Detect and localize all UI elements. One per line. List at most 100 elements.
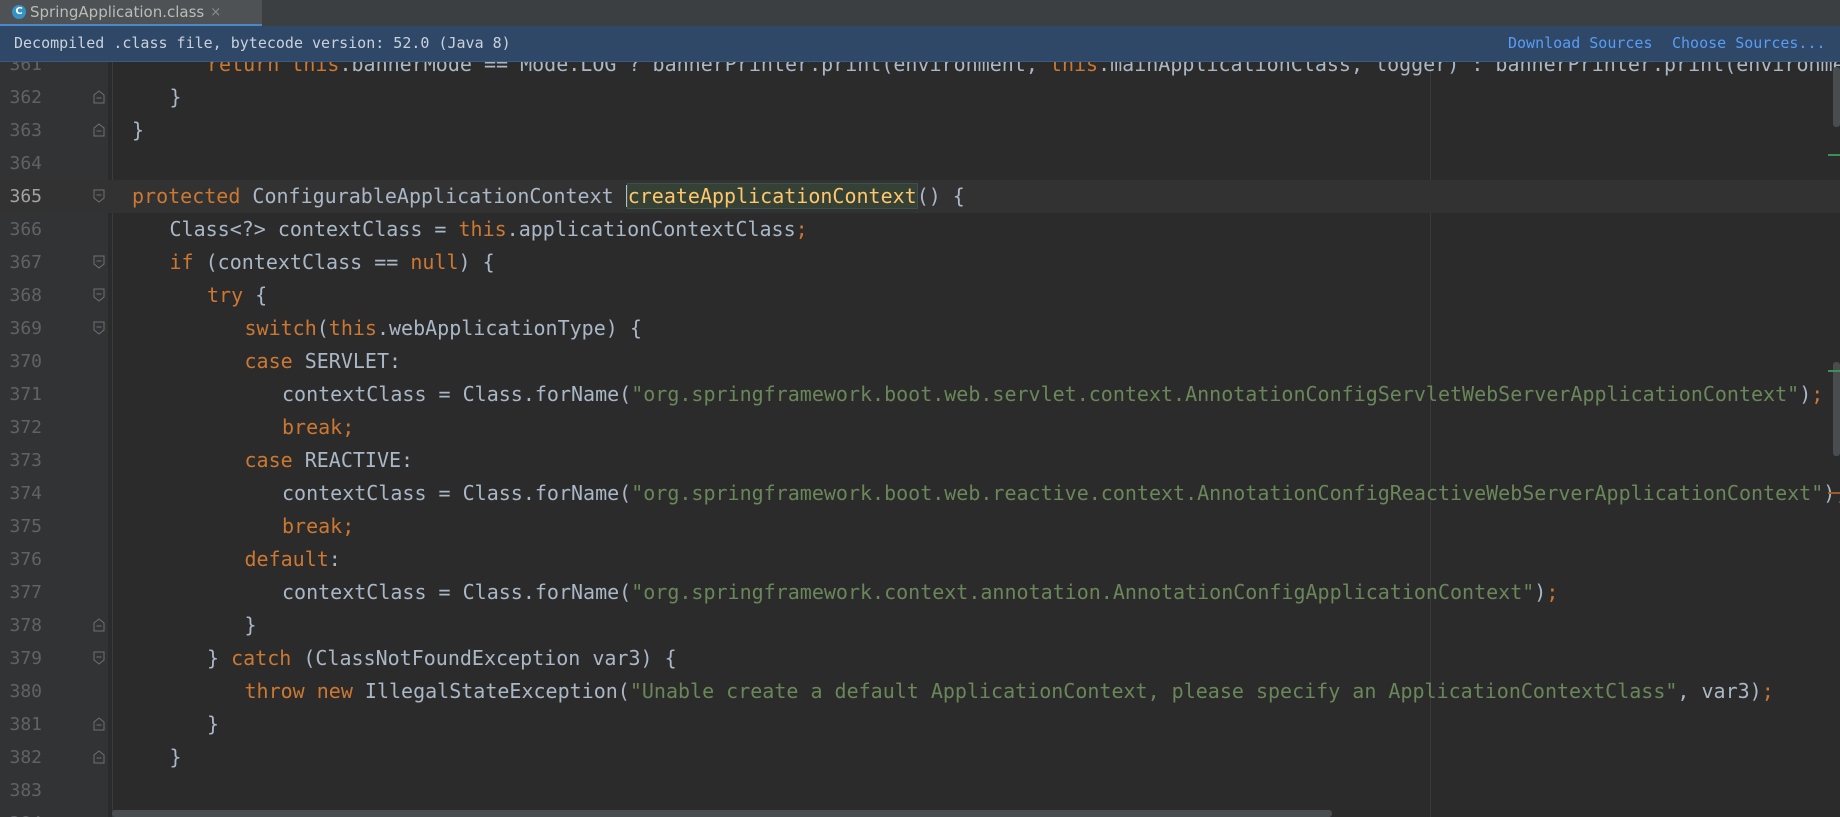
- code-token: forName(: [534, 580, 632, 604]
- code-text: throw new IllegalStateException("Unable …: [245, 675, 1774, 708]
- code-token: protected: [132, 184, 253, 208]
- vertical-scrollbar-thumb-2[interactable]: [1833, 362, 1840, 456]
- code-token: SERVLET:: [304, 349, 402, 373]
- code-line-365[interactable]: 365 protected ConfigurableApplicationCont…: [0, 180, 1840, 213]
- line-number: 361: [9, 62, 42, 75]
- code-line-370[interactable]: 370 case SERVLET:: [0, 345, 1840, 378]
- code-text: }: [132, 114, 144, 147]
- code-text: }: [170, 741, 182, 774]
- code-token: ;: [1761, 679, 1774, 703]
- code-line-382[interactable]: 382}: [0, 741, 1840, 774]
- tab-springapplication-class[interactable]: C SpringApplication.class ×: [0, 0, 262, 26]
- fold-end-icon[interactable]: [93, 750, 105, 764]
- code-token: (contextClass ==: [205, 250, 411, 274]
- fold-end-icon[interactable]: [93, 90, 105, 104]
- code-token: this: [328, 316, 377, 340]
- line-number: 363: [9, 120, 42, 141]
- fold-start-icon[interactable]: [93, 651, 105, 665]
- code-text: }: [207, 708, 219, 741]
- code-line-379[interactable]: 379} catch (ClassNotFoundException var3)…: [0, 642, 1840, 675]
- code-token: case: [244, 448, 305, 472]
- code-token: forName(: [534, 382, 632, 406]
- close-tab-icon[interactable]: ×: [210, 5, 221, 20]
- code-line-380[interactable]: 380 throw new IllegalStateException("Unab…: [0, 675, 1840, 708]
- code-token: () {: [916, 184, 965, 208]
- code-line-376[interactable]: 376 default:: [0, 543, 1840, 576]
- fold-end-icon[interactable]: [93, 123, 105, 137]
- line-number: 377: [9, 582, 42, 603]
- code-line-381[interactable]: 381}: [0, 708, 1840, 741]
- code-line-374[interactable]: 374 contextClass = Class.forName("org.spr…: [0, 477, 1840, 510]
- choose-sources-link[interactable]: Choose Sources...: [1672, 34, 1826, 52]
- code-token: throw new: [244, 679, 365, 703]
- line-number: 374: [9, 483, 42, 504]
- code-line-371[interactable]: 371 contextClass = Class.forName("org.spr…: [0, 378, 1840, 411]
- code-token: IllegalStateException(: [364, 679, 630, 703]
- code-token: this: [1049, 62, 1099, 76]
- code-token: catch: [231, 646, 304, 670]
- code-text: contextClass = Class.forName("org.spring…: [282, 378, 1823, 411]
- code-token: "org.springframework.boot.web.servlet.co…: [631, 382, 1800, 406]
- code-token: {: [255, 283, 268, 307]
- code-token: switch: [244, 316, 317, 340]
- code-token: }: [132, 118, 145, 142]
- editor-tab-bar: C SpringApplication.class ×: [0, 0, 1840, 26]
- line-number: 367: [9, 252, 42, 273]
- code-token: "org.springframework.context.annotation.…: [631, 580, 1535, 604]
- code-line-375[interactable]: 375 break;: [0, 510, 1840, 543]
- code-text: }: [245, 609, 257, 642]
- code-token: contextClass = Class.: [282, 382, 535, 406]
- code-token: }: [207, 646, 232, 670]
- change-marker-orange[interactable]: [1828, 492, 1840, 494]
- code-line-377[interactable]: 377 contextClass = Class.forName("org.spr…: [0, 576, 1840, 609]
- fold-start-icon[interactable]: [93, 321, 105, 335]
- code-line-366[interactable]: 366 Class<?> contextClass = this.applicat…: [0, 213, 1840, 246]
- code-line-378[interactable]: 378}: [0, 609, 1840, 642]
- change-marker-green[interactable]: [1828, 154, 1840, 156]
- horizontal-scrollbar[interactable]: [112, 810, 1332, 817]
- code-line-369[interactable]: 369 switch(this.webApplicationType) {: [0, 312, 1840, 345]
- code-token: ) {: [458, 250, 495, 274]
- line-number: 383: [9, 780, 42, 801]
- code-line-364[interactable]: 364: [0, 147, 1840, 180]
- code-line-383[interactable]: 383: [0, 774, 1840, 807]
- code-text: break;: [282, 510, 354, 543]
- tab-title: SpringApplication.class: [30, 3, 205, 21]
- code-line-372[interactable]: 372 break;: [0, 411, 1840, 444]
- code-line-363[interactable]: 363}: [0, 114, 1840, 147]
- banner-message: Decompiled .class file, bytecode version…: [14, 34, 511, 52]
- code-text: default:: [245, 543, 341, 576]
- code-line-361[interactable]: 361 return this.bannerMode == Mode.LOG ? …: [0, 62, 1840, 81]
- code-token: try: [207, 283, 256, 307]
- code-token: REACTIVE:: [304, 448, 414, 472]
- fold-end-icon[interactable]: [93, 717, 105, 731]
- code-line-367[interactable]: 367 if (contextClass == null) {: [0, 246, 1840, 279]
- code-token: .applicationContextClass: [506, 217, 796, 241]
- code-text: contextClass = Class.forName("org.spring…: [282, 576, 1558, 609]
- change-marker-green-2[interactable]: [1828, 370, 1840, 372]
- code-text: return this.bannerMode == Mode.LOG ? ban…: [207, 62, 1840, 81]
- line-number: 381: [9, 714, 42, 735]
- code-line-362[interactable]: 362}: [0, 81, 1840, 114]
- code-line-368[interactable]: 368 try {: [0, 279, 1840, 312]
- fold-start-icon[interactable]: [93, 189, 105, 203]
- vertical-scrollbar-thumb[interactable]: [1833, 67, 1840, 127]
- code-line-373[interactable]: 373 case REACTIVE:: [0, 444, 1840, 477]
- code-token: .webApplicationType) {: [376, 316, 642, 340]
- code-token: null: [410, 250, 459, 274]
- code-token: (: [316, 316, 329, 340]
- code-token: .mainApplicationClass, logger) : bannerP…: [1098, 62, 1840, 76]
- line-number: 375: [9, 516, 42, 537]
- fold-end-icon[interactable]: [93, 618, 105, 632]
- fold-start-icon[interactable]: [93, 288, 105, 302]
- code-text: break;: [282, 411, 354, 444]
- fold-start-icon[interactable]: [93, 255, 105, 269]
- code-token: ;: [1811, 382, 1824, 406]
- code-token: .bannerMode == Mode.: [339, 62, 581, 76]
- code-token: ConfigurableApplicationContext: [252, 184, 626, 208]
- code-token: return: [207, 62, 292, 76]
- code-text: case REACTIVE:: [245, 444, 414, 477]
- code-token: this: [458, 217, 507, 241]
- download-sources-link[interactable]: Download Sources: [1508, 34, 1653, 52]
- code-editor[interactable]: 361 return this.bannerMode == Mode.LOG ? …: [0, 62, 1840, 817]
